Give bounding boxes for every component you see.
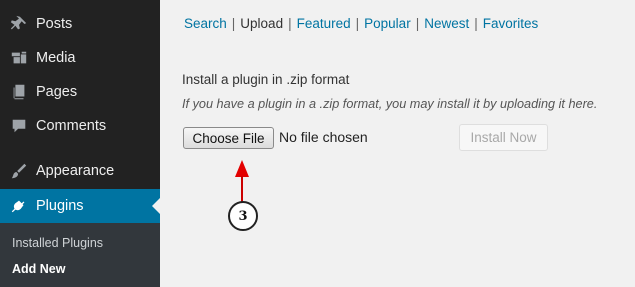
tab-upload[interactable]: Upload [240,16,283,31]
annotation-step-badge: 3 [228,201,258,231]
upload-description: If you have a plugin in a .zip format, y… [182,97,598,111]
tab-separator: | [231,16,236,31]
media-icon [9,48,29,68]
tab-separator: | [355,16,360,31]
tab-search[interactable]: Search [184,16,227,31]
sidebar-item-appearance[interactable]: Appearance [0,154,160,188]
tab-separator: | [415,16,420,31]
file-status-text: No file chosen [279,129,368,145]
pushpin-icon [9,14,29,34]
sidebar-item-label: Plugins [36,198,84,214]
plug-icon [9,196,29,216]
comment-icon [9,116,29,136]
paintbrush-icon [9,161,29,181]
tab-popular[interactable]: Popular [364,16,411,31]
sidebar-item-media[interactable]: Media [0,41,160,75]
sidebar-item-label: Comments [36,118,107,134]
sidebar-item-label: Posts [36,16,73,32]
sidebar-item-label: Pages [36,84,78,100]
tab-favorites[interactable]: Favorites [483,16,539,31]
install-tabs: Search | Upload | Featured | Popular | Newest | Fa… [184,16,538,31]
sidebar-item-label: Appearance [36,163,115,179]
choose-file-button[interactable]: Choose File [183,127,274,149]
tab-separator: | [288,16,292,31]
sidebar-item-pages[interactable]: Pages [0,75,160,109]
annotation-arrow-icon [235,160,249,177]
annotation-line [241,176,243,203]
submenu-item-add-new[interactable]: Add New [12,262,65,276]
tab-featured[interactable]: Featured [297,16,351,31]
sidebar-item-label: Media [36,50,76,66]
sidebar-item-posts[interactable]: Posts [0,7,160,41]
admin-sidebar: Posts Media Pages Comments Appearance Pl… [0,0,160,287]
main-content: Search | Upload | Featured | Popular | Newest | Fa… [160,0,635,287]
submenu-item-installed-plugins[interactable]: Installed Plugins [12,236,103,250]
sidebar-item-plugins[interactable]: Plugins [0,189,160,223]
tab-newest[interactable]: Newest [424,16,469,31]
pages-icon [9,82,29,102]
install-now-button[interactable]: Install Now [459,124,548,151]
upload-heading: Install a plugin in .zip format [182,72,350,87]
sidebar-item-comments[interactable]: Comments [0,109,160,143]
plugins-submenu: Installed Plugins Add New [0,223,160,287]
active-indicator-arrow [152,198,160,214]
tab-separator: | [474,16,478,31]
